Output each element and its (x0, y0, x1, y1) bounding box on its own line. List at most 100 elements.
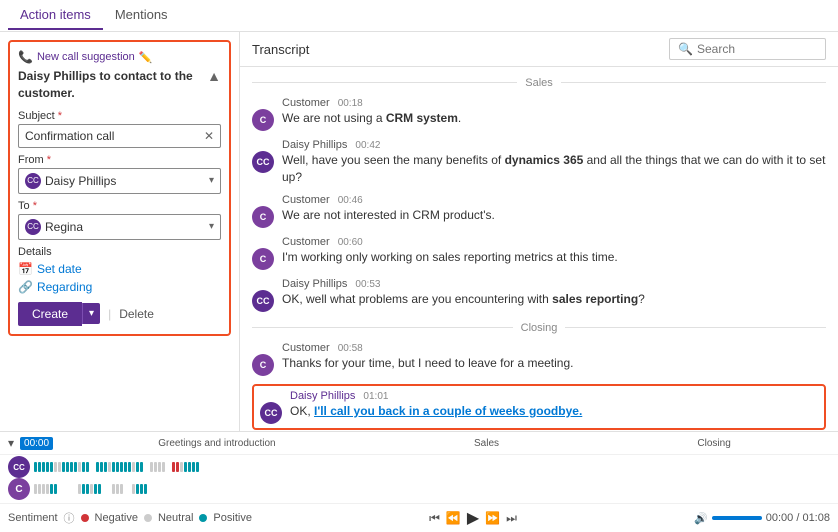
edit-icon[interactable]: ✏️ (139, 51, 153, 64)
chevron-down-icon: ▾ (209, 175, 214, 186)
positive-label: Positive (213, 512, 252, 524)
track-row-cc: CC (8, 457, 830, 477)
timeline-section-labels: Greetings and introduction Sales Closing (59, 438, 830, 449)
track-bar-cc (34, 460, 830, 474)
volume-slider[interactable] (712, 516, 762, 520)
message-text: OK, I'll call you back in a couple of we… (290, 403, 818, 420)
section-label-closing-timeline: Closing (697, 438, 730, 449)
section-label-closing: Closing (513, 322, 566, 334)
collapse-button[interactable]: ▲ (207, 68, 221, 84)
time-display: 00:00 / 01:08 (766, 512, 830, 524)
collapse-timeline-button[interactable]: ▾ (8, 436, 14, 450)
message-sender: Daisy Phillips (282, 278, 347, 290)
avatar-customer: C (252, 248, 274, 270)
regarding-link[interactable]: 🔗 Regarding (18, 280, 221, 294)
track-row-c: C (8, 479, 830, 499)
message-row: C Customer 00:60 I'm working only workin… (252, 236, 826, 270)
tick-group-sales-c (78, 484, 101, 494)
subject-label: Subject * (18, 110, 221, 122)
tick-group-greetings-cc (34, 462, 89, 472)
message-sender: Customer (282, 97, 330, 109)
create-button[interactable]: Create (18, 302, 82, 326)
positive-dot (199, 514, 207, 522)
avatar-customer: C (252, 206, 274, 228)
tab-mentions[interactable]: Mentions (103, 1, 180, 30)
clear-icon[interactable]: ✕ (204, 129, 214, 143)
main-container: Action items Mentions 📞 New call suggest… (0, 0, 838, 532)
message-sender: Customer (282, 194, 330, 206)
message-content: Daisy Phillips 00:42 Well, have you seen… (282, 139, 826, 186)
details-label: Details (18, 246, 221, 258)
phone-icon: 📞 (18, 50, 33, 64)
transcript-body: Sales C Customer 00:18 We are not using … (240, 67, 838, 431)
create-dropdown-button[interactable]: ▾ (82, 303, 100, 324)
search-input[interactable] (697, 42, 817, 56)
to-label: To * (18, 200, 221, 212)
message-sender: Daisy Phillips (290, 390, 355, 402)
link-icon: 🔗 (18, 280, 33, 294)
message-row: C Customer 00:58 Thanks for your time, b… (252, 342, 826, 376)
track-avatar-cc: CC (8, 456, 30, 478)
skip-start-button[interactable]: ⏮ (429, 511, 440, 526)
section-label-sales: Sales (517, 77, 561, 89)
message-sender: Daisy Phillips (282, 139, 347, 151)
search-box[interactable]: 🔍 (669, 38, 826, 60)
from-dropdown[interactable]: CC Daisy Phillips ▾ (18, 168, 221, 194)
sentiment-label: Sentiment (8, 512, 58, 524)
message-content: Daisy Phillips 00:53 OK, well what probl… (282, 278, 826, 308)
timeline-header-row: ▾ 00:00 Greetings and introduction Sales… (0, 432, 838, 455)
to-field-group: To * CC Regina ▾ (18, 200, 221, 240)
neutral-label: Neutral (158, 512, 193, 524)
message-row: C Customer 00:46 We are not interested i… (252, 194, 826, 228)
tick-group-greetings-c (34, 484, 57, 494)
to-dropdown[interactable]: CC Regina ▾ (18, 214, 221, 240)
content-area: 📞 New call suggestion ✏️ Daisy Phillips … (0, 32, 838, 431)
skip-end-button[interactable]: ⏭ (506, 511, 517, 526)
volume-area: 🔊 00:00 / 01:08 (694, 512, 830, 525)
regarding-label: Regarding (37, 280, 92, 294)
to-avatar: CC (25, 219, 41, 235)
card-title-row: Daisy Phillips to contact to the custome… (18, 68, 221, 110)
from-avatar: CC (25, 173, 41, 189)
chevron-down-icon-2: ▾ (209, 221, 214, 232)
message-text: We are not interested in CRM product's. (282, 207, 826, 224)
message-time: 01:01 (363, 391, 388, 402)
message-time: 00:18 (338, 98, 363, 109)
message-text: OK, well what problems are you encounter… (282, 291, 826, 308)
action-buttons: Create ▾ | Delete (18, 302, 221, 326)
message-content: Customer 00:18 We are not using a CRM sy… (282, 97, 826, 127)
avatar-customer: C (252, 109, 274, 131)
set-date-label: Set date (37, 262, 82, 276)
set-date-link[interactable]: 📅 Set date (18, 262, 221, 276)
from-value: Daisy Phillips (45, 174, 209, 188)
message-time: 00:46 (338, 195, 363, 206)
message-sender: Customer (282, 236, 330, 248)
message-row-highlighted: CC Daisy Phillips 01:01 OK, I'll call yo… (252, 384, 826, 430)
fast-forward-button[interactable]: ⏩ (485, 511, 500, 525)
transcript-title: Transcript (252, 42, 309, 57)
tick-group-closing-cc (172, 462, 199, 472)
message-content: Customer 00:58 Thanks for your time, but… (282, 342, 826, 372)
subject-input[interactable]: Confirmation call ✕ (18, 124, 221, 148)
tick-group-gap-c (112, 484, 123, 494)
tab-action-items[interactable]: Action items (8, 1, 103, 30)
play-button[interactable]: ▶ (467, 508, 479, 528)
transcript-header: Transcript 🔍 (240, 32, 838, 67)
time-badge: 00:00 (20, 437, 53, 450)
negative-dot (81, 514, 89, 522)
card-title: Daisy Phillips to contact to the custome… (18, 68, 207, 102)
suggestion-header: 📞 New call suggestion ✏️ (18, 50, 221, 64)
message-content: Customer 00:60 I'm working only working … (282, 236, 826, 266)
section-label-greetings: Greetings and introduction (158, 438, 275, 449)
tick-group-closing-c (132, 484, 147, 494)
rewind-button[interactable]: ⏪ (446, 511, 461, 525)
timeline-tracks: CC (0, 455, 838, 503)
message-sender: Customer (282, 342, 330, 354)
message-row: CC Daisy Phillips 00:42 Well, have you s… (252, 139, 826, 186)
message-row: CC Daisy Phillips 01:01 OK, I'll call yo… (260, 390, 818, 424)
top-tabs: Action items Mentions (0, 0, 838, 32)
delete-button[interactable]: Delete (119, 307, 154, 321)
play-controls: ⏮ ⏪ ▶ ⏩ ⏭ (429, 508, 517, 528)
search-icon: 🔍 (678, 42, 693, 56)
message-time: 00:58 (338, 343, 363, 354)
